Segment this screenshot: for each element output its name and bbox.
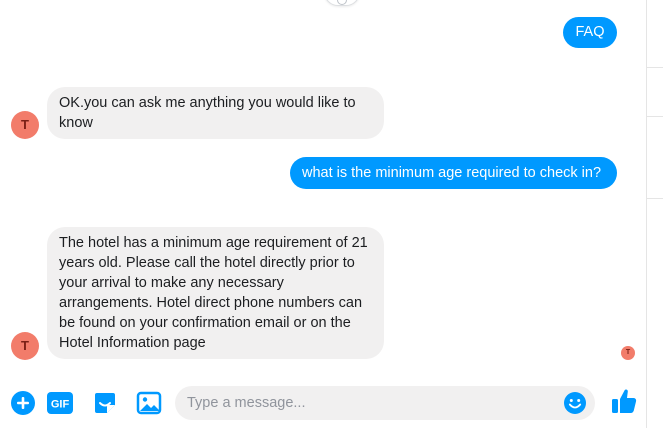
bot-avatar[interactable]: T [11, 332, 39, 360]
add-button[interactable] [10, 390, 36, 416]
outgoing-message: FAQ [563, 17, 617, 48]
gif-button[interactable]: GIF [47, 390, 73, 416]
messenger-chat-window: FAQ T OK.you can ask me anything you wou… [0, 0, 663, 428]
message-input[interactable] [187, 386, 557, 420]
outgoing-message: what is the minimum age required to chec… [290, 157, 617, 189]
message-input-container[interactable] [175, 386, 595, 420]
svg-text:GIF: GIF [51, 399, 70, 411]
emoji-button[interactable] [563, 391, 587, 415]
bot-avatar[interactable]: T [11, 111, 39, 139]
right-panel-divider [646, 0, 647, 428]
sticker-button[interactable] [92, 390, 118, 416]
photo-button[interactable] [136, 390, 162, 416]
smiley-icon [564, 392, 586, 414]
right-panel-divider [647, 67, 663, 68]
right-panel-divider [647, 116, 663, 117]
right-panel-divider [647, 198, 663, 199]
thumbs-up-icon [612, 389, 637, 413]
gif-icon: GIF [47, 392, 73, 414]
incoming-message: OK.you can ask me anything you would lik… [47, 87, 384, 139]
sticker-icon [95, 393, 115, 413]
seen-indicator-avatar: T [621, 346, 635, 360]
like-button[interactable] [610, 387, 638, 415]
plus-circle-icon [11, 391, 35, 415]
image-icon [136, 391, 162, 415]
message-composer: GIF [0, 378, 646, 428]
incoming-message: The hotel has a minimum age requirement … [47, 227, 384, 359]
scroll-indicator[interactable] [324, 0, 360, 6]
